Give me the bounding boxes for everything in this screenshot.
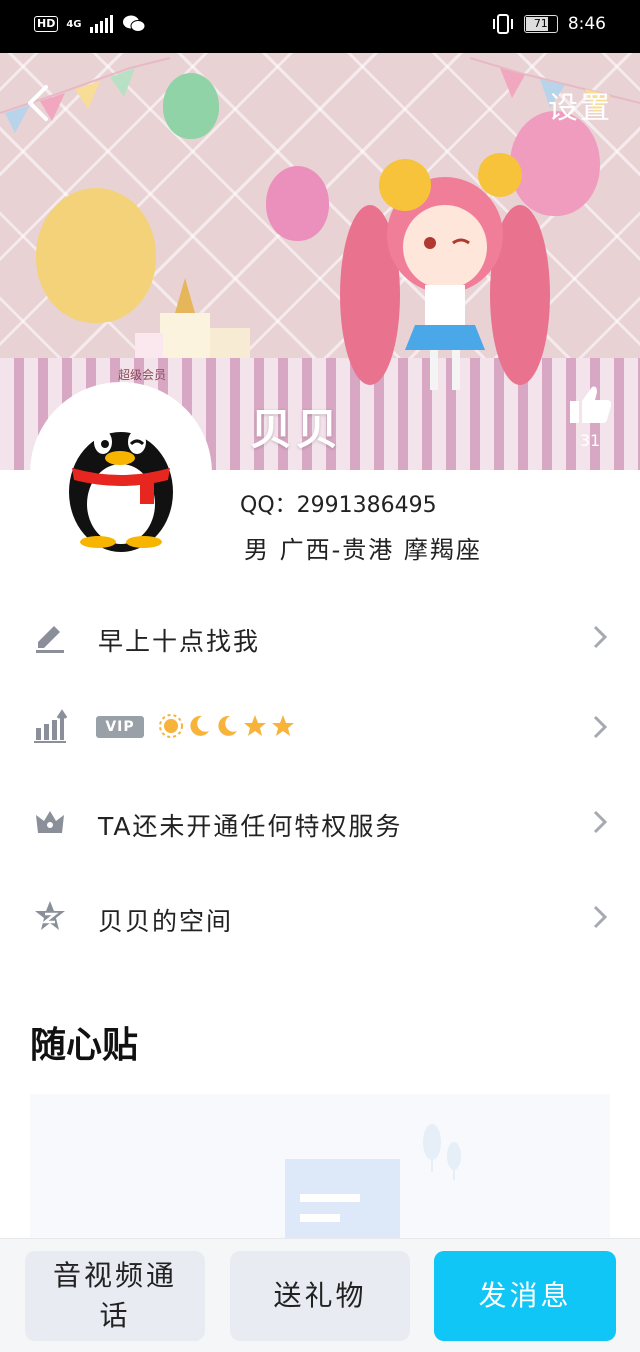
wechat-icon: [122, 15, 146, 32]
thumbs-up-icon: [570, 386, 612, 423]
vip-badge: VIP: [96, 716, 144, 738]
bottom-action-bar: 音视频通话 送礼物 发消息: [0, 1238, 640, 1352]
network-4g-indicator: 4G: [66, 18, 82, 30]
profile-meta: 男 广西-贵港 摩羯座: [244, 536, 482, 564]
privilege-row[interactable]: TA还未开通任何特权服务: [0, 779, 640, 869]
clock: 8:46: [567, 14, 606, 34]
qzone-star-icon: [35, 901, 65, 930]
chevron-right-icon: [593, 715, 608, 739]
like-count: 31: [579, 431, 601, 450]
pencil-icon: [36, 626, 64, 653]
penguin-avatar-icon: [69, 430, 173, 552]
star-icon: [272, 715, 294, 736]
crown-icon: [36, 811, 64, 833]
castle-decoration: [135, 278, 250, 368]
qzone-row[interactable]: 贝贝的空间: [0, 874, 640, 964]
moon-icon: [190, 715, 209, 736]
nickname: 贝贝: [250, 405, 343, 454]
status-right: 71 8:46: [492, 14, 606, 34]
status-left: HD 4G: [34, 14, 146, 34]
signature-row[interactable]: 早上十点找我: [0, 594, 640, 684]
settings-button[interactable]: 设置: [548, 83, 612, 127]
signal-icon: [89, 15, 113, 33]
vibrate-icon: [492, 14, 513, 34]
send-message-button[interactable]: 发消息: [434, 1251, 616, 1341]
star-icon: [244, 715, 266, 736]
sticky-note-card[interactable]: [30, 1094, 610, 1244]
signature-text: 早上十点找我: [98, 627, 261, 656]
back-arrow-icon[interactable]: [20, 83, 60, 123]
section-title: 随心贴: [30, 1025, 139, 1066]
super-member-badge: 超级会员: [118, 368, 167, 382]
like-button[interactable]: 31: [564, 383, 616, 450]
privilege-text: TA还未开通任何特权服务: [98, 812, 403, 841]
empty-note-illustration: [285, 1124, 461, 1244]
status-bar: HD 4G 71 8:46: [0, 0, 640, 53]
vip-row[interactable]: VIP: [0, 684, 640, 774]
moon-icon: [218, 715, 237, 736]
av-call-button[interactable]: 音视频通话: [25, 1251, 205, 1341]
battery-level: 71: [533, 17, 548, 30]
chevron-right-icon: [593, 905, 608, 929]
qq-number: QQ：2991386495: [240, 493, 437, 518]
avatar[interactable]: [30, 382, 212, 564]
sun-icon: [159, 714, 183, 738]
level-chart-icon: [34, 709, 68, 743]
send-gift-button[interactable]: 送礼物: [230, 1251, 410, 1341]
hd-indicator: HD: [34, 16, 59, 32]
anime-character-illustration: [340, 153, 550, 390]
chevron-right-icon: [593, 625, 608, 649]
level-icons: [158, 713, 296, 739]
green-balloon: [163, 73, 219, 139]
battery-indicator: 71: [523, 15, 558, 33]
qzone-text: 贝贝的空间: [98, 907, 234, 936]
chevron-right-icon: [593, 810, 608, 834]
